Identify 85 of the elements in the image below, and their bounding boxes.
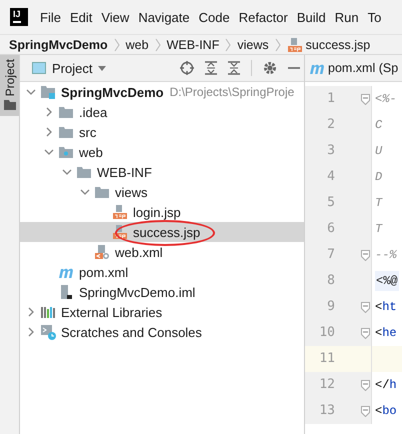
jsp-file-icon (112, 224, 128, 240)
menu-item[interactable]: Edit (70, 10, 92, 24)
tree-item[interactable]: Scratches and Consoles (20, 322, 304, 342)
tree-item[interactable]: External Libraries (20, 302, 304, 322)
code-text: D (375, 170, 382, 184)
jsp-file-icon (112, 204, 128, 220)
fold-marker-icon[interactable] (360, 380, 370, 390)
menu-item[interactable]: Navigate (138, 10, 190, 24)
breadcrumb-item[interactable]: views (237, 38, 269, 52)
web-folder-icon (58, 144, 74, 160)
tree-item[interactable]: src (20, 122, 304, 142)
menu-item[interactable]: View (101, 10, 130, 24)
menu-item[interactable]: To (368, 10, 382, 24)
xml-file-icon (94, 244, 110, 260)
breadcrumb-item[interactable]: WEB-INF (166, 38, 220, 52)
line-number: 12 (305, 372, 359, 398)
line-number: 8 (305, 268, 359, 294)
chevron-icon (114, 38, 120, 52)
line-number: 7 (305, 242, 359, 268)
menu-item[interactable]: Build (296, 10, 326, 24)
folder-icon (4, 100, 16, 110)
project-path: D:\Projects\SpringProje (170, 85, 294, 99)
line-number: 6 (305, 216, 359, 242)
code-text: <he (375, 326, 397, 340)
fold-marker-icon[interactable] (360, 406, 370, 416)
fold-marker-icon[interactable] (360, 302, 370, 312)
menu-item[interactable]: Run (334, 10, 359, 24)
tree-item[interactable]: WEB-INF (20, 162, 304, 182)
line-number: 13 (305, 398, 359, 424)
collapse-all-icon[interactable] (228, 61, 240, 75)
code-text: </h (375, 378, 397, 392)
code-text: <%- (375, 92, 397, 106)
chevron-icon (274, 38, 281, 52)
code-text: --% (375, 248, 397, 262)
line-number: 9 (305, 294, 359, 320)
code-text: <%@ (375, 271, 399, 291)
code-text: <ht (375, 300, 397, 314)
menu-item[interactable]: Code (198, 10, 230, 24)
breadcrumb-item[interactable]: web (126, 38, 149, 52)
folder-icon (94, 184, 110, 200)
chevron-icon (154, 38, 161, 52)
settings-icon[interactable] (263, 61, 277, 75)
tree-item[interactable]: SpringMvcDemo D:\Projects\SpringProje (20, 82, 304, 102)
menu-item[interactable]: Refactor (238, 10, 288, 24)
module-folder-icon (40, 84, 56, 100)
tool-window-tab[interactable]: Project (0, 55, 19, 116)
tree-item[interactable]: SpringMvcDemo.iml (20, 282, 304, 302)
tree-item[interactable]: .idea (20, 102, 304, 122)
menu-item[interactable]: File (40, 10, 61, 24)
folder-icon (76, 164, 92, 180)
app-logo[interactable]: IJ (10, 8, 28, 26)
tree-item[interactable]: views (20, 182, 304, 202)
jsp-file-icon (286, 36, 303, 52)
line-number: 5 (305, 190, 359, 216)
code-text: C (375, 118, 382, 132)
chevron-icon (225, 38, 232, 52)
chevron-down-icon[interactable] (26, 87, 36, 97)
folder-icon (58, 104, 74, 120)
tree-item[interactable]: login.jsp (20, 202, 304, 222)
tree-item[interactable]: web.xml (20, 242, 304, 262)
code-text: <bo (375, 404, 397, 418)
line-number: 4 (305, 164, 359, 190)
line-number: 2 (305, 112, 359, 138)
folder-icon (58, 124, 74, 140)
tree-item[interactable]: pom.xml (20, 262, 304, 282)
library-bars-icon (40, 304, 56, 320)
caret-icon (98, 66, 106, 70)
crosshair-icon[interactable] (180, 61, 194, 75)
code-text: T (375, 222, 382, 236)
code-text: T (375, 196, 382, 210)
line-number: 10 (305, 320, 359, 346)
scratch-console-icon (40, 324, 56, 340)
line-number: 3 (305, 138, 359, 164)
fold-marker-icon[interactable] (360, 94, 370, 104)
code-text: U (375, 144, 382, 158)
breadcrumb-item[interactable]: success.jsp (286, 36, 370, 52)
expand-all-icon[interactable] (205, 61, 217, 75)
tree-item[interactable]: web (20, 142, 304, 162)
panel-icon (32, 62, 46, 74)
module-file-icon (58, 284, 74, 300)
view-dropdown[interactable]: Project (32, 60, 106, 76)
breadcrumb-item[interactable]: SpringMvcDemo (9, 38, 108, 52)
line-number: 1 (305, 86, 359, 112)
fold-marker-icon[interactable] (360, 250, 370, 260)
fold-marker-icon[interactable] (360, 328, 370, 338)
